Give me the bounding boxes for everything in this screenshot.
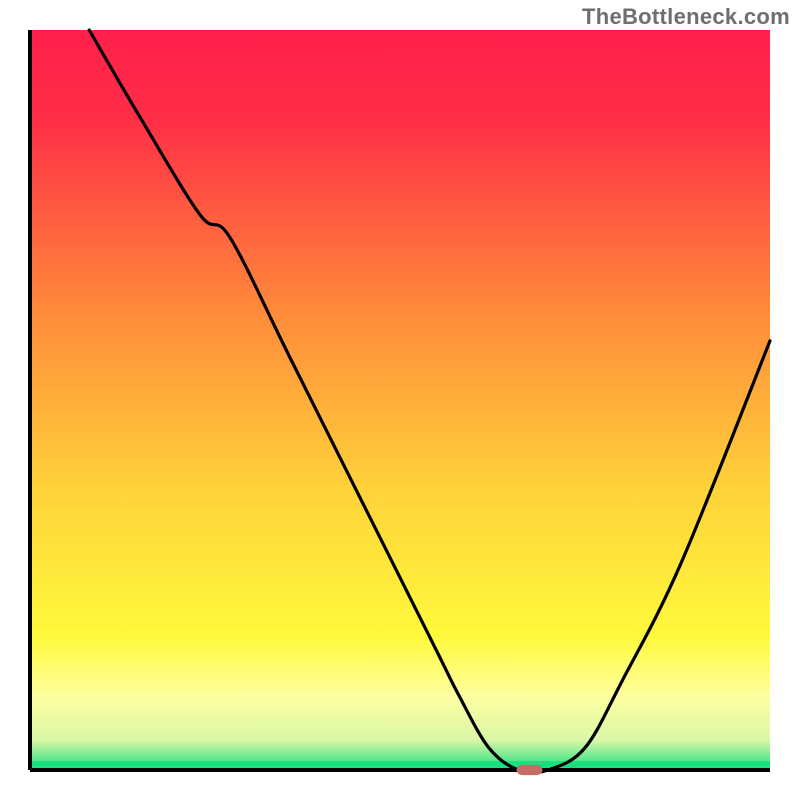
bottleneck-chart	[0, 0, 800, 800]
chart-stage: TheBottleneck.com	[0, 0, 800, 800]
minimum-marker	[517, 765, 543, 775]
plot-background	[30, 30, 770, 770]
watermark-text: TheBottleneck.com	[582, 4, 790, 30]
